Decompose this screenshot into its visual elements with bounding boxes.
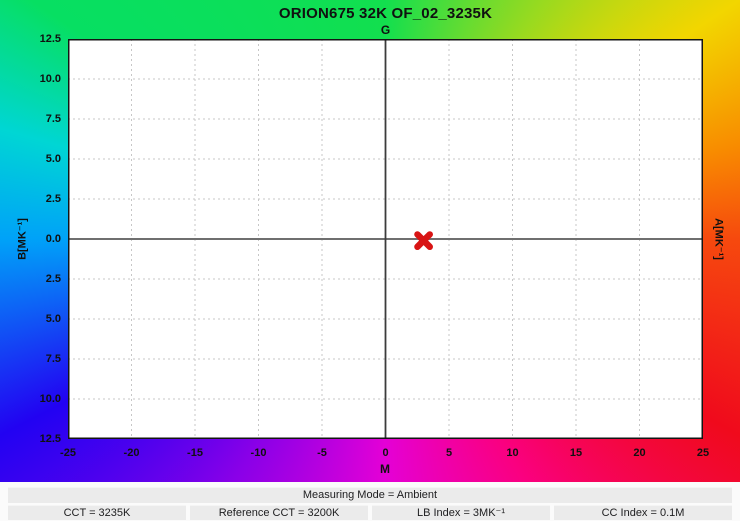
axis-label-magenta: M — [360, 462, 410, 476]
plot-canvas — [68, 39, 703, 439]
color-meter-screen: ORION675 32K OF_02_3235K G 12.5 10.0 7.5 5.… — [0, 0, 740, 521]
y-tick-label: 7.5 — [0, 112, 61, 126]
x-tick-label: 15 — [551, 446, 601, 460]
x-tick-label: 0 — [361, 446, 411, 460]
plot-area — [68, 39, 703, 439]
y-tick-label: 10.0 — [0, 392, 61, 406]
y-tick-label: 2.5 — [0, 272, 61, 286]
x-tick-label: 10 — [488, 446, 538, 460]
y-tick-label: 5.0 — [0, 152, 61, 166]
info-cell-lb-index: LB Index = 3MK⁻¹ — [372, 505, 550, 520]
x-tick-label: -15 — [170, 446, 220, 460]
y-tick-label: 0.0 — [0, 232, 61, 246]
measuring-mode-bar: Measuring Mode = Ambient — [8, 487, 732, 503]
page-title: ORION675 32K OF_02_3235K — [68, 5, 703, 22]
x-tick-label: 5 — [424, 446, 474, 460]
x-tick-label: -10 — [234, 446, 284, 460]
x-tick-label: -25 — [43, 446, 93, 460]
x-tick-label: 20 — [615, 446, 665, 460]
info-cell-cct: CCT = 3235K — [8, 505, 186, 520]
x-tick-label: -5 — [297, 446, 347, 460]
x-tick-label: 25 — [678, 446, 728, 460]
measurement-marker — [417, 234, 429, 246]
axis-label-blue: B[MK⁻¹] — [16, 218, 29, 260]
info-cell-reference-cct: Reference CCT = 3200K — [190, 505, 368, 520]
y-tick-label: 2.5 — [0, 192, 61, 206]
axis-label-green: G — [68, 23, 703, 37]
info-bar: CCT = 3235K Reference CCT = 3200K LB Index… — [8, 505, 732, 520]
y-tick-label: 7.5 — [0, 352, 61, 366]
axis-label-amber: A[MK⁻¹] — [713, 218, 726, 260]
y-tick-label: 5.0 — [0, 312, 61, 326]
info-cell-cc-index: CC Index = 0.1M — [554, 505, 732, 520]
y-tick-label: 12.5 — [0, 432, 61, 446]
x-tick-label: -20 — [107, 446, 157, 460]
y-tick-label: 12.5 — [0, 32, 61, 46]
y-tick-label: 10.0 — [0, 72, 61, 86]
